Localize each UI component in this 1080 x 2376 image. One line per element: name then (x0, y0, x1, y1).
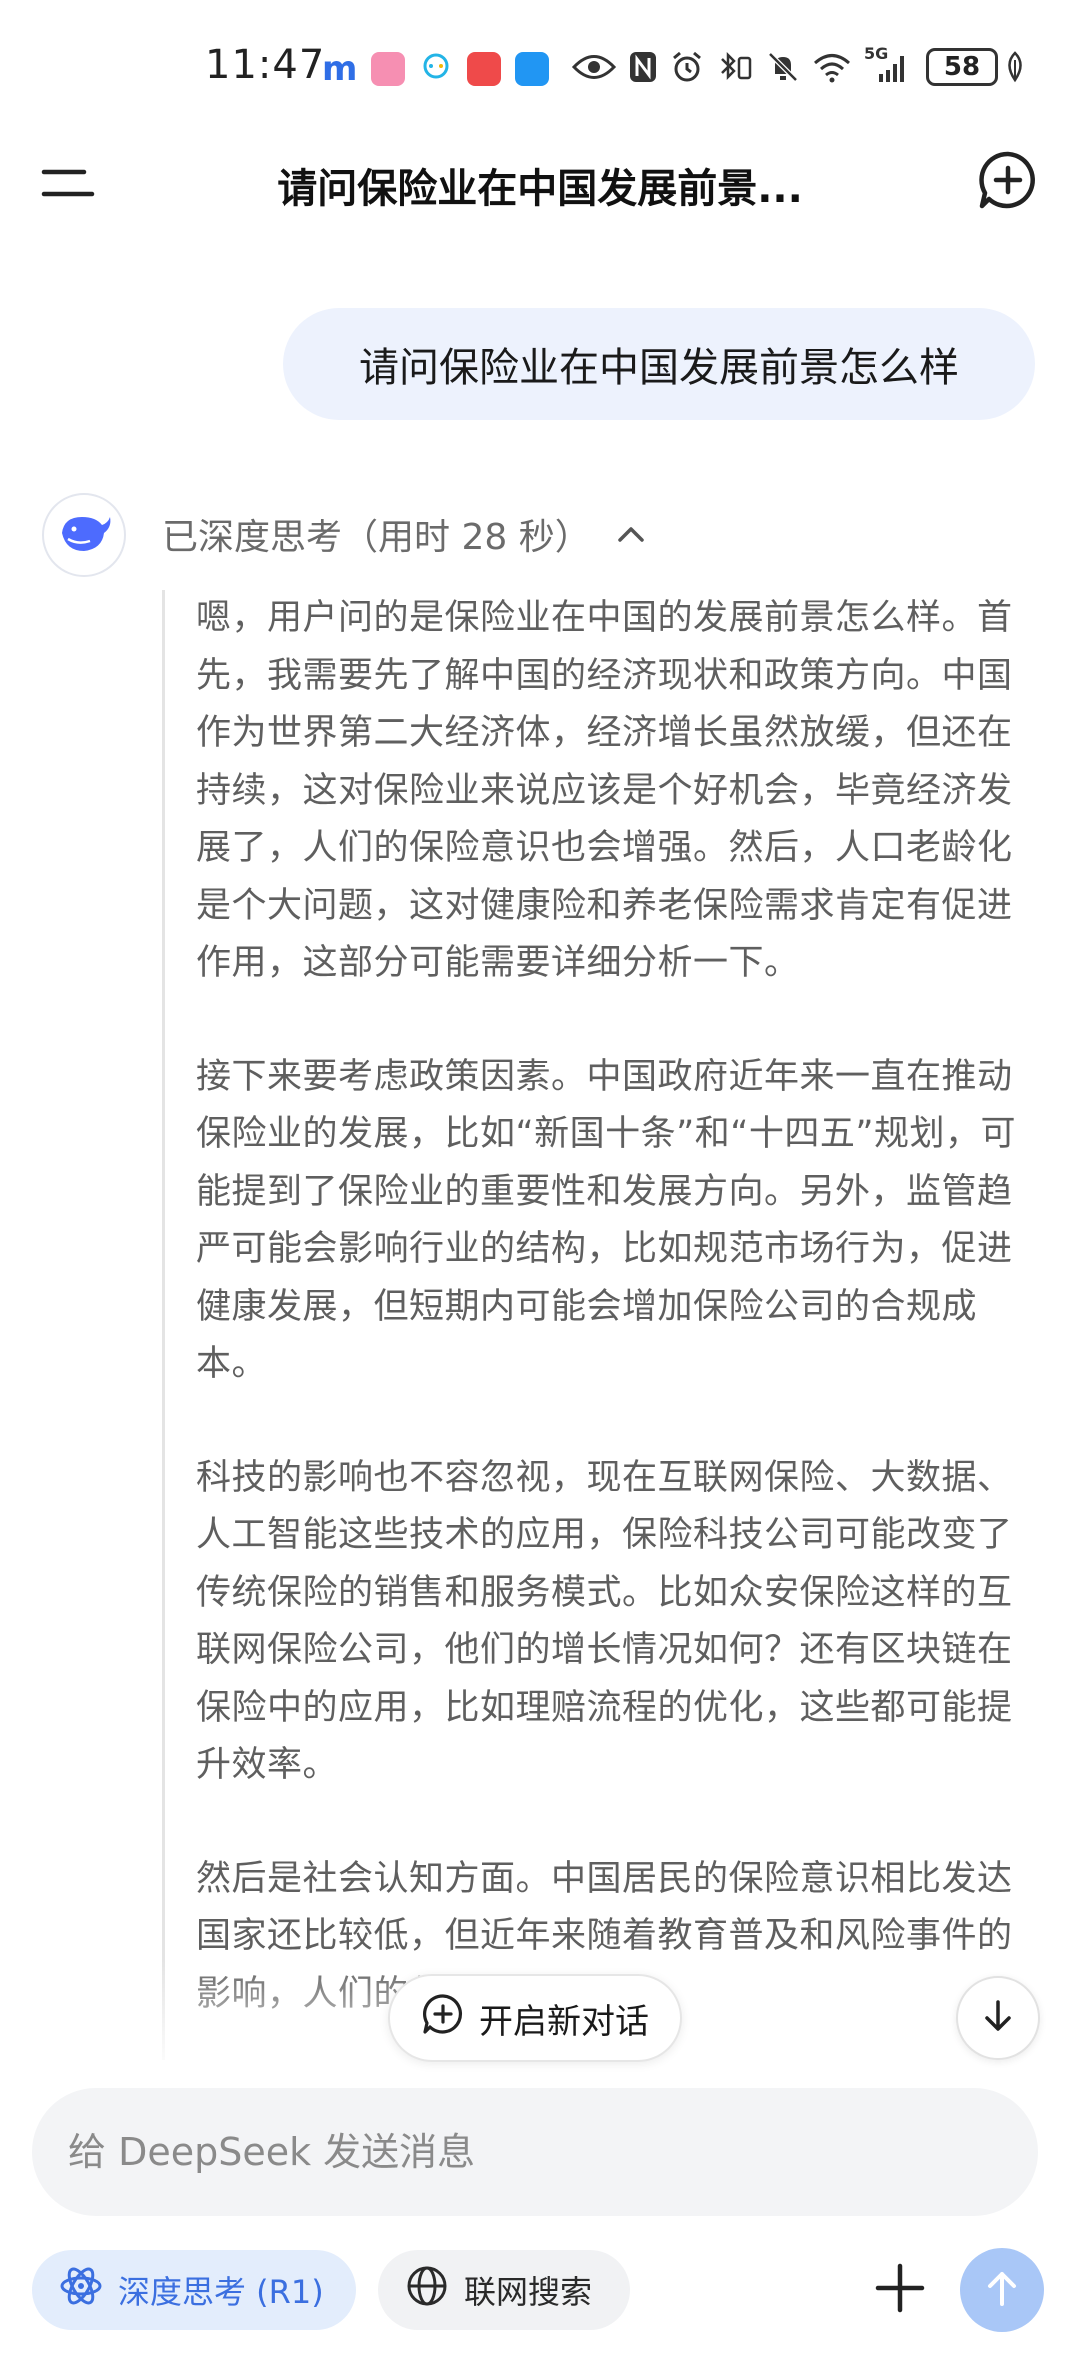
arrow-down-icon (978, 1996, 1018, 2040)
wifi-icon (812, 50, 852, 84)
thinking-toggle[interactable]: 已深度思考（用时 28 秒） (162, 504, 651, 564)
signal-icon: 5G (864, 44, 908, 84)
deep-think-label: 深度思考 (R1) (118, 2273, 324, 2311)
message-composer (32, 2088, 1038, 2216)
arrow-up-icon (980, 2266, 1024, 2314)
status-bar: 11:47 m 5G 58 (0, 0, 1080, 120)
bluetooth-icon (716, 50, 754, 84)
thinking-label: 已深度思考（用时 28 秒） (162, 517, 591, 558)
chat-header: 请问保险业在中国发展前景... (0, 120, 1080, 240)
new-chat-icon[interactable] (976, 148, 1040, 212)
thinking-border (162, 590, 165, 2060)
web-search-toggle[interactable]: 联网搜索 (378, 2250, 630, 2330)
message-input[interactable] (66, 2129, 966, 2175)
new-chat-label: 开启新对话 (479, 2001, 649, 2042)
user-message-bubble: 请问保险业在中国发展前景怎么样 (283, 308, 1035, 420)
chat-bubble-app-icon (419, 50, 453, 88)
new-chat-button[interactable]: 开启新对话 (388, 1974, 682, 2062)
add-attachment-button[interactable] (868, 2256, 932, 2320)
alarm-icon (670, 50, 704, 84)
scroll-down-button[interactable] (956, 1976, 1040, 2060)
app-screen: 11:47 m 5G 58 请问保险业在中国发展前景... 请问保险业在中国发展… (0, 0, 1080, 2376)
status-app-icons: m (322, 49, 550, 89)
deep-think-toggle[interactable]: 深度思考 (R1) (32, 2250, 356, 2330)
atom-icon (58, 2263, 104, 2317)
leaf-icon (1004, 50, 1026, 84)
eye-icon (572, 50, 616, 84)
plus-chat-icon (421, 1992, 465, 2045)
thinking-paragraph: 嗯，用户问的是保险业在中国的发展前景怎么样。首先，我需要先了解中国的经济现状和政… (196, 598, 1013, 983)
menu-icon[interactable] (40, 164, 96, 204)
status-time: 11:47 (205, 42, 326, 88)
deepseek-whale-icon (54, 503, 114, 567)
mute-icon (766, 50, 800, 84)
thinking-paragraph: 接下来要考虑政策因素。中国政府近年来一直在推动保险业的发展，比如“新国十条”和“… (196, 1056, 1017, 1385)
chevron-up-icon (611, 514, 651, 554)
message-app-icon (515, 52, 550, 86)
battery-indicator: 58 (926, 48, 1026, 86)
globe-icon (404, 2263, 450, 2317)
m-app-icon: m (322, 49, 358, 89)
avatar (42, 493, 126, 577)
page-title: 请问保险业在中国发展前景... (277, 166, 803, 212)
web-search-label: 联网搜索 (464, 2273, 593, 2311)
huawei-app-icon (467, 52, 502, 86)
status-system-icons: 5G 58 (572, 44, 1026, 86)
battery-level: 58 (926, 48, 998, 86)
bilibili-icon (371, 52, 406, 86)
nfc-icon (628, 50, 658, 84)
send-button[interactable] (960, 2248, 1044, 2332)
thinking-content: 嗯，用户问的是保险业在中国的发展前景怎么样。首先，我需要先了解中国的经济现状和政… (196, 590, 1024, 2060)
thinking-paragraph: 科技的影响也不容忽视，现在互联网保险、大数据、人工智能这些技术的应用，保险科技公… (196, 1457, 1013, 1786)
